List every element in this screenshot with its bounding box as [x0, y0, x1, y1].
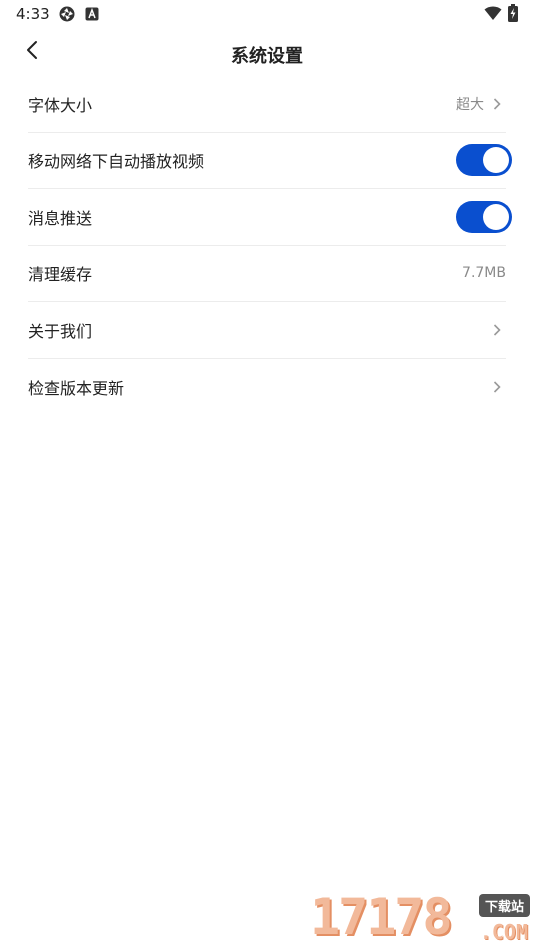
setting-label: 移动网络下自动播放视频	[28, 152, 205, 172]
setting-label: 字体大小	[28, 95, 93, 115]
chevron-right-icon	[490, 380, 504, 394]
status-bar: 4:33	[0, 0, 534, 28]
settings-list: 字体大小 超大 移动网络下自动播放视频 消息推送 清理缓存 7.7MB 关于我们…	[28, 76, 512, 416]
setting-label: 清理缓存	[28, 265, 93, 285]
page-title: 系统设置	[231, 46, 303, 67]
chevron-right-icon	[490, 97, 504, 111]
watermark-suffix: .COM	[479, 920, 528, 944]
setting-autoplay-video: 移动网络下自动播放视频	[28, 133, 512, 189]
watermark-badge: 下载站	[478, 894, 530, 917]
setting-check-update[interactable]: 检查版本更新	[28, 359, 506, 416]
watermark-number: 17178	[310, 888, 453, 946]
wifi-icon	[484, 5, 502, 25]
setting-label: 检查版本更新	[28, 378, 125, 398]
header: 系统设置	[0, 28, 534, 78]
autoplay-toggle[interactable]	[456, 144, 512, 177]
watermark-logo: 17178 下载站 .COM	[304, 888, 534, 950]
setting-font-size[interactable]: 字体大小 超大	[28, 76, 506, 133]
setting-clear-cache[interactable]: 清理缓存 7.7MB	[28, 246, 506, 302]
setting-label: 关于我们	[28, 321, 93, 341]
setting-push-notifications: 消息推送	[28, 189, 512, 246]
status-time: 4:33	[16, 5, 50, 23]
setting-label: 消息推送	[28, 208, 93, 228]
aperture-icon	[59, 6, 75, 26]
setting-about-us[interactable]: 关于我们	[28, 302, 506, 359]
toggle-knob	[483, 147, 509, 174]
push-toggle[interactable]	[456, 200, 512, 233]
battery-charging-icon	[508, 4, 518, 26]
setting-value: 超大	[456, 96, 484, 113]
chevron-right-icon	[490, 323, 504, 337]
cache-size: 7.7MB	[462, 265, 506, 282]
a-badge-icon	[85, 6, 99, 25]
toggle-knob	[483, 203, 509, 230]
